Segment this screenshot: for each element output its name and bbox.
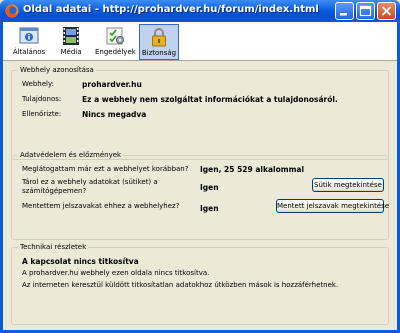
tab-security-label: Biztonság <box>141 49 177 57</box>
owner-field[interactable]: Ez a webhely nem szolgáltat információka… <box>76 93 382 105</box>
permissions-icon <box>106 27 124 45</box>
identity-group-title: Webhely azonosítása <box>18 66 96 74</box>
tab-general-label: Általános <box>12 48 46 56</box>
technical-group-title: Technikai részletek <box>18 243 89 251</box>
verified-by-value: Nincs megadva <box>82 110 147 119</box>
info-icon <box>19 27 39 44</box>
tab-general[interactable]: Általános <box>9 24 49 60</box>
title-bar[interactable]: Oldal adatai - http://prohardver.hu/foru… <box>0 0 400 22</box>
cookies-question-line1: Tárol ez a webhely adatokat (sütiket) a <box>22 178 158 186</box>
lock-icon <box>152 28 166 47</box>
technical-group: Technikai részletek A kapcsolat nincs ti… <box>11 243 389 325</box>
maximize-button[interactable] <box>356 2 375 20</box>
website-label: Webhely: <box>22 80 54 88</box>
window-title: Oldal adatai - http://prohardver.hu/foru… <box>23 4 319 15</box>
tab-security[interactable]: Biztonság <box>139 24 179 60</box>
tab-permissions-label: Engedélyek <box>95 48 136 56</box>
tab-permissions[interactable]: Engedélyek <box>95 24 136 60</box>
visited-question: Meglátogattam már ezt a webhelyet korább… <box>22 165 189 173</box>
firefox-icon <box>5 4 19 18</box>
identity-group: Webhely azonosítása Webhely: prohardver.… <box>11 66 389 160</box>
cookies-question-line2: számítógépemen? <box>22 187 87 195</box>
visited-answer: Igen, 25 529 alkalommal <box>200 165 305 174</box>
website-field[interactable]: prohardver.hu <box>76 78 382 90</box>
maximize-icon <box>359 5 372 17</box>
connection-line-1: A prohardver.hu webhely ezen oldala ninc… <box>22 269 210 277</box>
passwords-answer: Igen <box>200 204 219 213</box>
verified-by-field[interactable]: Nincs megadva <box>76 108 382 120</box>
connection-heading: A kapcsolat nincs titkosítva <box>22 257 139 266</box>
close-icon <box>381 6 392 16</box>
privacy-group-title: Adatvédelem és előzmények <box>18 151 124 159</box>
media-icon <box>63 27 79 45</box>
owner-value: Ez a webhely nem szolgáltat információka… <box>82 95 338 104</box>
view-cookies-button[interactable]: Sütik megtekintése <box>312 178 384 192</box>
toolbar: Általános Média Engedélyek Biztonság <box>3 22 397 61</box>
minimize-button[interactable] <box>335 2 354 20</box>
passwords-question: Mentettem jelszavakat ehhez a webhelyhez… <box>22 202 180 210</box>
page-info-window: Oldal adatai - http://prohardver.hu/foru… <box>0 0 400 333</box>
close-button[interactable] <box>377 2 396 20</box>
dialog-body: Általános Média Engedélyek Biztonság Web… <box>3 22 397 330</box>
verified-by-label: Ellenőrizte: <box>22 110 62 118</box>
connection-line-2: Az interneten keresztül küldött titkosít… <box>22 281 339 289</box>
tab-media[interactable]: Média <box>51 24 91 60</box>
cookies-answer: Igen <box>200 183 219 192</box>
view-passwords-button[interactable]: Mentett jelszavak megtekintése <box>276 199 389 213</box>
owner-label: Tulajdonos: <box>22 95 62 103</box>
privacy-group: Adatvédelem és előzmények Meglátogattam … <box>11 151 389 240</box>
minimize-icon <box>340 13 347 16</box>
tab-media-label: Média <box>60 48 82 56</box>
website-value: prohardver.hu <box>82 80 142 89</box>
